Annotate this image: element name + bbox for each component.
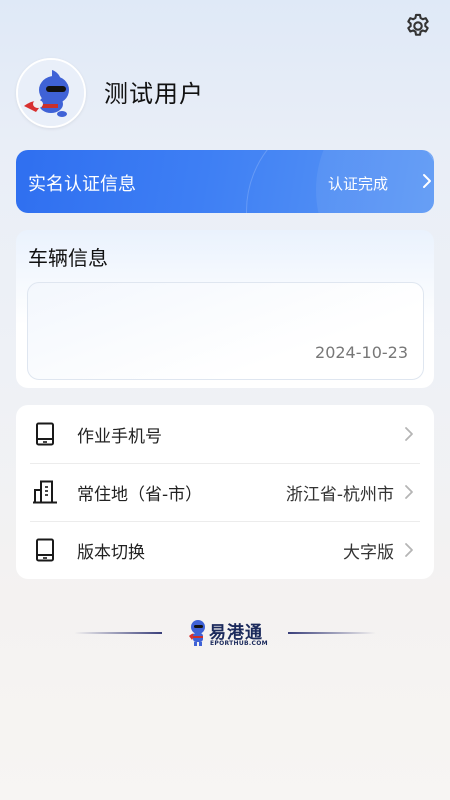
vehicle-date: 2024-10-23: [315, 343, 408, 362]
list-item-label: 常住地（省-市）: [77, 484, 203, 505]
footer-logo: 易港通 EPORTHUB.COM: [0, 612, 450, 656]
list-item-label: 作业手机号: [77, 426, 162, 447]
auth-title: 实名认证信息: [28, 174, 136, 195]
list-item-residence[interactable]: 常住地（省-市） 浙江省-杭州市: [16, 463, 434, 521]
list-item-value: 浙江省-杭州市: [285, 484, 394, 505]
list-item-work-phone[interactable]: 作业手机号: [16, 405, 434, 463]
settings-button[interactable]: [400, 8, 436, 44]
building-icon: [33, 480, 57, 504]
chevron-right-icon: [405, 543, 413, 557]
brand-url: EPORTHUB.COM: [210, 640, 268, 647]
list-item-label: 版本切换: [77, 542, 145, 563]
list-item-value: 大字版: [343, 542, 394, 563]
chevron-right-icon: [405, 427, 413, 441]
username: 测试用户: [104, 80, 204, 108]
divider: [74, 632, 162, 634]
settings-list: 作业手机号 常住地（省-市） 浙江省-杭州市 版本切换 大字版: [16, 405, 434, 579]
list-item-version-switch[interactable]: 版本切换 大字版: [16, 521, 434, 579]
divider: [288, 632, 376, 634]
vehicle-item[interactable]: 2024-10-23: [27, 282, 424, 380]
mascot-avatar-icon: [18, 60, 84, 126]
tablet-icon: [36, 538, 54, 562]
vehicle-info-card: 车辆信息 2024-10-23: [16, 230, 434, 388]
avatar[interactable]: [16, 58, 86, 128]
gear-icon: [407, 13, 429, 36]
mascot-logo-icon: [189, 620, 205, 646]
chevron-right-icon: [405, 485, 413, 499]
auth-status: 认证完成: [328, 175, 389, 193]
phone-icon: [36, 422, 54, 446]
chevron-right-icon: [423, 174, 431, 188]
real-name-auth-card[interactable]: 实名认证信息 认证完成: [16, 150, 434, 213]
vehicle-title: 车辆信息: [28, 246, 108, 270]
